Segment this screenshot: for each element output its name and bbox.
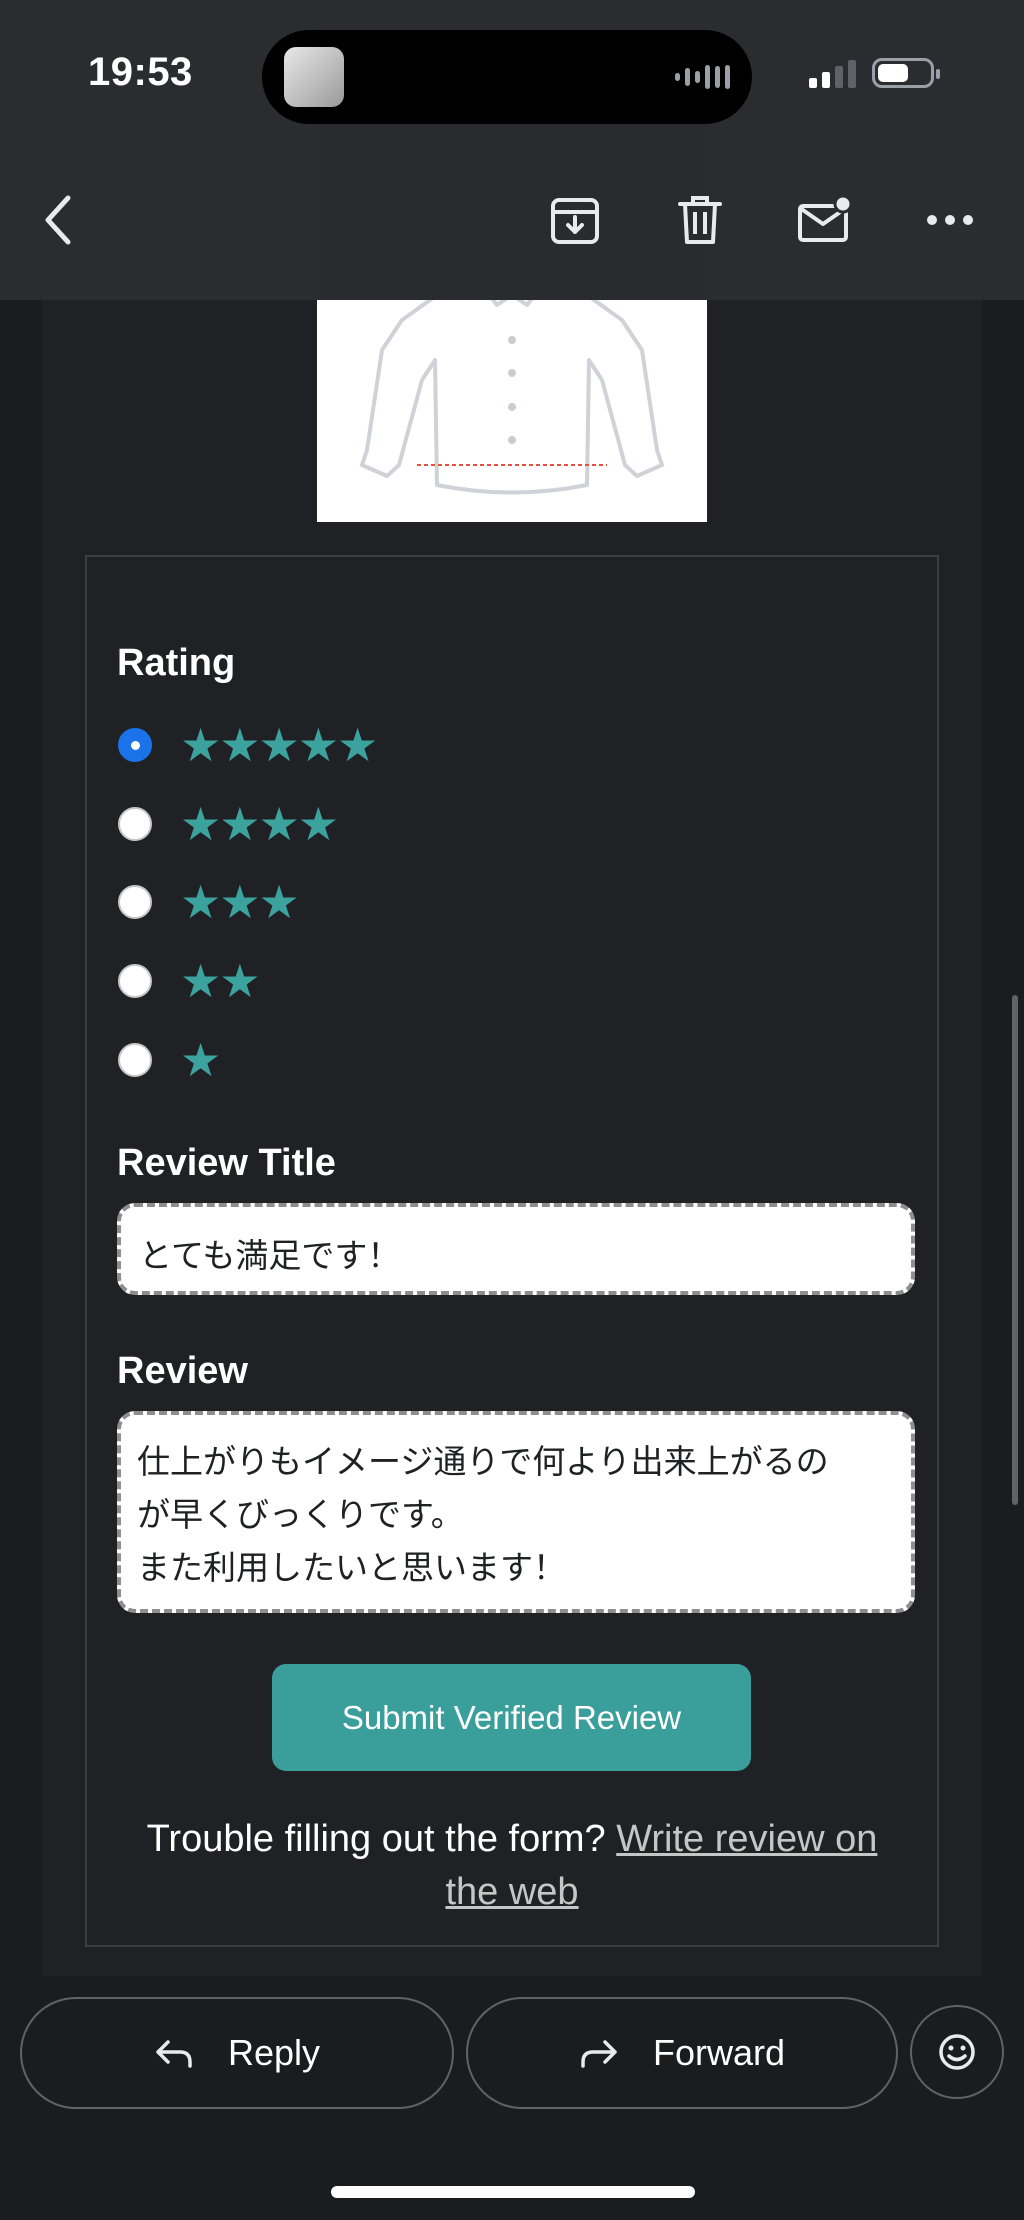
radio-button[interactable]	[118, 885, 152, 919]
more-horizontal-icon	[927, 215, 973, 225]
review-title-input[interactable]: とても満足です！	[117, 1203, 915, 1295]
forward-button[interactable]: Forward	[466, 1997, 898, 2109]
radio-button[interactable]	[118, 1043, 152, 1077]
trouble-text: Trouble filling out the form? Write revi…	[120, 1813, 904, 1919]
mark-unread-button[interactable]	[795, 190, 855, 250]
rating-option-2[interactable]: ★★	[118, 955, 260, 1007]
rating-option-3[interactable]: ★★★	[118, 876, 300, 928]
rating-option-1[interactable]: ★	[118, 1034, 221, 1086]
archive-button[interactable]	[545, 190, 605, 250]
smiley-icon	[939, 2034, 975, 2070]
star-icons: ★★★	[180, 876, 300, 928]
trouble-prompt: Trouble filling out the form?	[146, 1818, 606, 1860]
album-art-icon[interactable]	[284, 47, 344, 107]
forward-icon	[581, 2040, 617, 2068]
status-icons	[809, 58, 940, 88]
archive-icon	[551, 198, 599, 244]
scrollbar[interactable]	[1012, 995, 1018, 1505]
status-time: 19:53	[88, 50, 193, 94]
audio-wave-icon	[675, 62, 730, 92]
star-icons: ★	[180, 1034, 221, 1086]
rating-option-5[interactable]: ★★★★★	[118, 719, 378, 771]
reply-label: Reply	[227, 2032, 321, 2073]
star-icons: ★★	[180, 955, 260, 1007]
delete-button[interactable]	[670, 190, 730, 250]
back-arrow-icon	[45, 195, 71, 245]
home-indicator[interactable]	[331, 2186, 695, 2198]
reply-icon	[156, 2040, 192, 2068]
back-button[interactable]	[28, 190, 88, 250]
reply-button[interactable]: Reply	[20, 1997, 454, 2109]
top-app-bar: 19:53	[0, 0, 1024, 300]
rating-option-4[interactable]: ★★★★	[118, 798, 339, 850]
cellular-signal-icon	[809, 58, 856, 88]
review-textarea[interactable]: 仕上がりもイメージ通りで何より出来上がるの が早くびっくりです。 また利用したい…	[117, 1411, 915, 1613]
review-label: Review	[117, 1350, 248, 1392]
dynamic-island	[262, 30, 752, 124]
forward-label: Forward	[652, 2032, 786, 2073]
bottom-action-bar: Reply Forward	[0, 1976, 1024, 2220]
submit-review-button[interactable]: Submit Verified Review	[272, 1664, 751, 1771]
radio-button[interactable]	[118, 964, 152, 998]
trash-icon	[678, 196, 722, 244]
battery-icon	[872, 58, 940, 88]
review-title-label: Review Title	[117, 1142, 336, 1184]
rating-label: Rating	[117, 642, 236, 684]
mail-unread-icon	[798, 194, 853, 242]
image-overlap-shade	[317, 120, 707, 300]
more-options-button[interactable]	[920, 190, 980, 250]
emoji-reaction-button[interactable]	[910, 2005, 1004, 2099]
radio-button[interactable]	[118, 807, 152, 841]
star-icons: ★★★★	[180, 798, 339, 850]
star-icons: ★★★★★	[180, 719, 378, 771]
radio-button[interactable]	[118, 728, 152, 762]
